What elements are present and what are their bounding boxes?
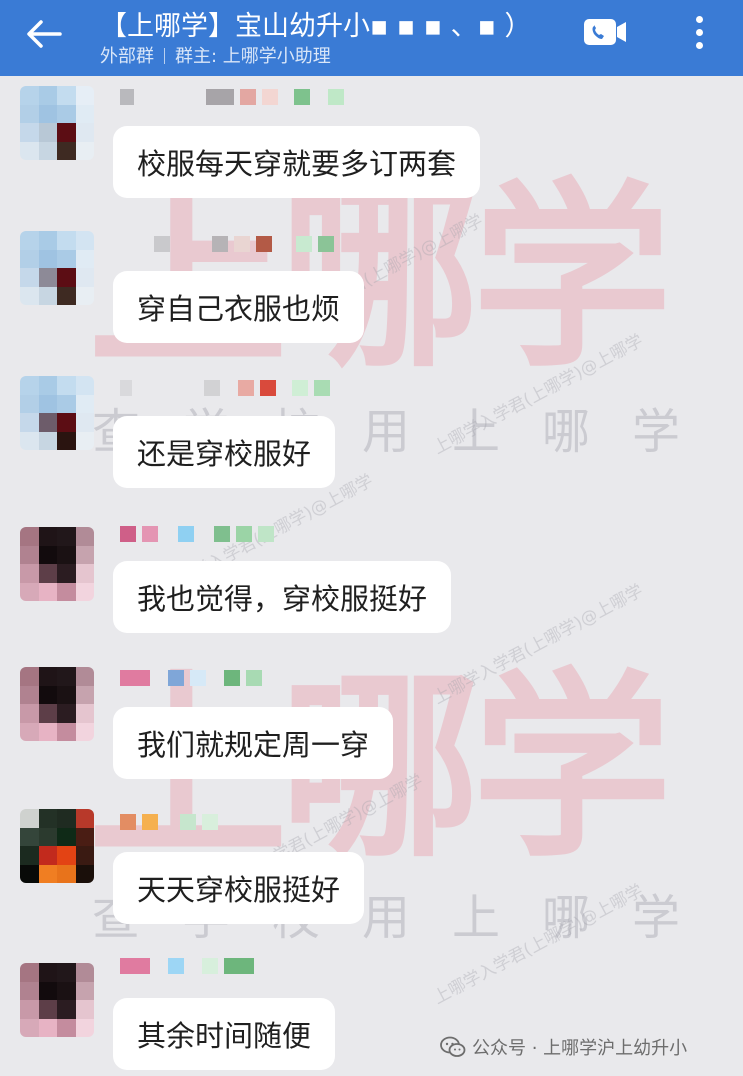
sender-name-redacted (120, 89, 344, 107)
sender-name-redacted (120, 958, 254, 976)
message-bubble[interactable]: 还是穿校服好 (113, 416, 336, 488)
chat-header: 【上哪学】宝山幼升小▪ ▪ ▪ 、▪ ） 外部群 群主: 上哪学小助理 (0, 0, 743, 76)
sender-name-redacted (120, 380, 330, 398)
message-bubble[interactable]: 我们就规定周一穿 (113, 707, 394, 779)
avatar[interactable] (20, 809, 94, 883)
wechat-icon (440, 1036, 466, 1057)
more-vertical-icon (695, 15, 703, 23)
avatar[interactable] (20, 86, 94, 160)
arrow-left-icon (27, 20, 62, 48)
message-bubble[interactable]: 天天穿校服挺好 (113, 852, 365, 924)
group-title: 【上哪学】宝山幼升小▪ ▪ ▪ 、▪ ） (100, 11, 532, 42)
group-subtitle: 外部群 群主: 上哪学小助理 (100, 42, 331, 68)
sender-name-redacted (120, 526, 274, 544)
external-group-label: 外部群 (100, 46, 154, 67)
divider (164, 48, 165, 64)
sender-name-redacted (120, 236, 334, 254)
official-account-mark: 公众号 · 上哪学沪上幼升小 (440, 1034, 687, 1060)
more-menu-button[interactable] (684, 10, 714, 54)
message-bubble[interactable]: 其余时间随便 (113, 998, 336, 1070)
video-call-button[interactable] (580, 14, 630, 50)
message-bubble[interactable]: 我也觉得，穿校服挺好 (113, 561, 452, 633)
group-owner-label: 群主: 上哪学小助理 (175, 46, 331, 67)
message-bubble[interactable]: 穿自己衣服也烦 (113, 271, 365, 343)
official-account-text: 公众号 · 上哪学沪上幼升小 (472, 1038, 688, 1059)
sender-name-redacted (120, 814, 218, 832)
avatar[interactable] (20, 527, 94, 601)
avatar[interactable] (20, 963, 94, 1037)
back-button[interactable] (22, 14, 66, 54)
sender-name-redacted (120, 670, 262, 688)
video-call-icon (584, 19, 626, 45)
avatar[interactable] (20, 376, 94, 450)
avatar[interactable] (20, 231, 94, 305)
avatar[interactable] (20, 667, 94, 741)
message-bubble[interactable]: 校服每天穿就要多订两套 (113, 126, 481, 198)
